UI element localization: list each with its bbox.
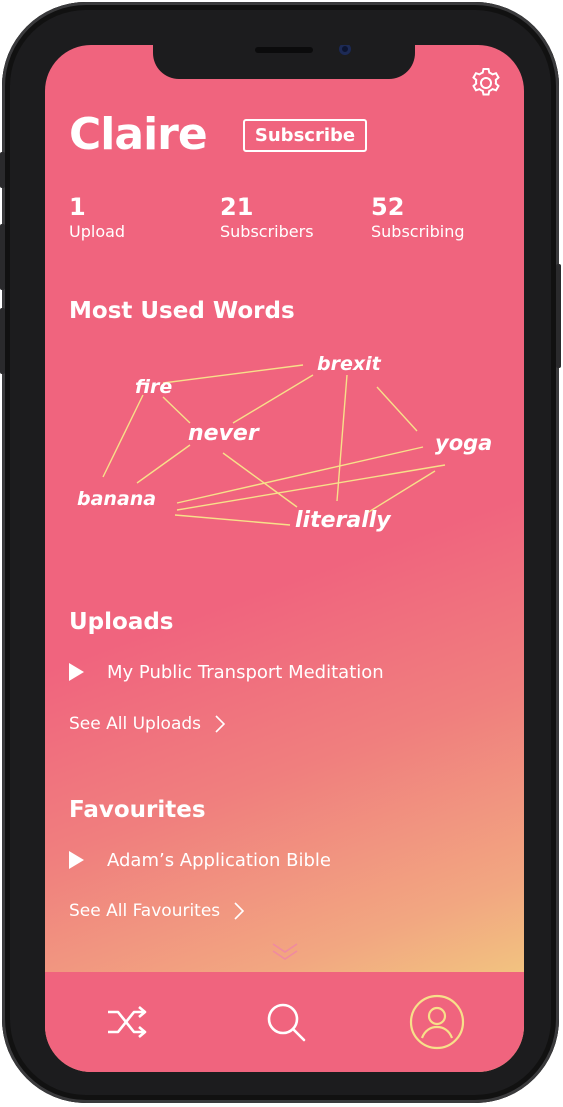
word-never[interactable]: never	[188, 421, 260, 446]
stat-value: 1	[69, 193, 86, 221]
speaker-grille	[255, 47, 313, 53]
upload-item-title: My Public Transport Meditation	[107, 661, 384, 683]
power-button	[556, 264, 561, 368]
favourites-title: Favourites	[69, 797, 206, 823]
app-screen: Claire Subscribe 1 Upload 21 Subscribers…	[45, 45, 524, 1072]
search-icon	[267, 1003, 306, 1042]
phone-frame: Claire Subscribe 1 Upload 21 Subscribers…	[0, 2, 561, 1103]
word-banana[interactable]: banana	[77, 488, 156, 510]
front-camera	[339, 45, 351, 55]
word-network-graph: fire brexit never yoga banana literally	[77, 353, 492, 533]
notch	[153, 45, 415, 79]
see-all-favourites-link[interactable]: See All Favourites	[69, 898, 245, 924]
shuffle-icon	[108, 1006, 147, 1038]
word-brexit[interactable]: brexit	[317, 353, 382, 375]
stat-uploads[interactable]: 1 Upload	[69, 193, 125, 243]
word-literally[interactable]: literally	[295, 508, 392, 533]
volume-down-button	[0, 308, 5, 374]
tab-shuffle[interactable]	[99, 994, 155, 1050]
favourite-item[interactable]: Adam’s Application Bible	[69, 845, 331, 875]
profile-name: Claire	[69, 109, 208, 160]
tab-search[interactable]	[258, 994, 314, 1050]
stat-label: Subscribers	[220, 222, 314, 241]
stat-subscribing[interactable]: 52 Subscribing	[371, 193, 465, 243]
chevron-right-icon	[234, 902, 245, 920]
settings-gear-icon[interactable]	[469, 66, 503, 100]
play-icon[interactable]	[69, 851, 84, 869]
stat-label: Subscribing	[371, 222, 465, 241]
stat-value: 21	[220, 193, 254, 221]
word-yoga[interactable]: yoga	[435, 431, 492, 455]
tab-profile[interactable]	[409, 994, 465, 1050]
play-icon[interactable]	[69, 663, 84, 681]
word-fire[interactable]: fire	[135, 376, 172, 398]
see-all-uploads-label: See All Uploads	[69, 714, 202, 734]
chevron-right-icon	[215, 715, 226, 733]
stat-subscribers[interactable]: 21 Subscribers	[220, 193, 314, 243]
volume-up-button	[0, 224, 5, 290]
mute-switch	[0, 152, 5, 188]
profile-icon	[409, 994, 465, 1050]
favourite-item-title: Adam’s Application Bible	[107, 849, 331, 871]
upload-item[interactable]: My Public Transport Meditation	[69, 657, 384, 687]
uploads-title: Uploads	[69, 609, 174, 635]
stat-value: 52	[371, 193, 405, 221]
see-all-uploads-link[interactable]: See All Uploads	[69, 711, 226, 737]
bottom-tab-bar	[45, 972, 524, 1072]
subscribe-button[interactable]: Subscribe	[243, 119, 367, 152]
double-chevron-down-icon[interactable]	[270, 940, 300, 964]
stat-label: Upload	[69, 222, 126, 241]
see-all-favourites-label: See All Favourites	[69, 901, 221, 921]
most-used-words-title: Most Used Words	[69, 298, 295, 324]
